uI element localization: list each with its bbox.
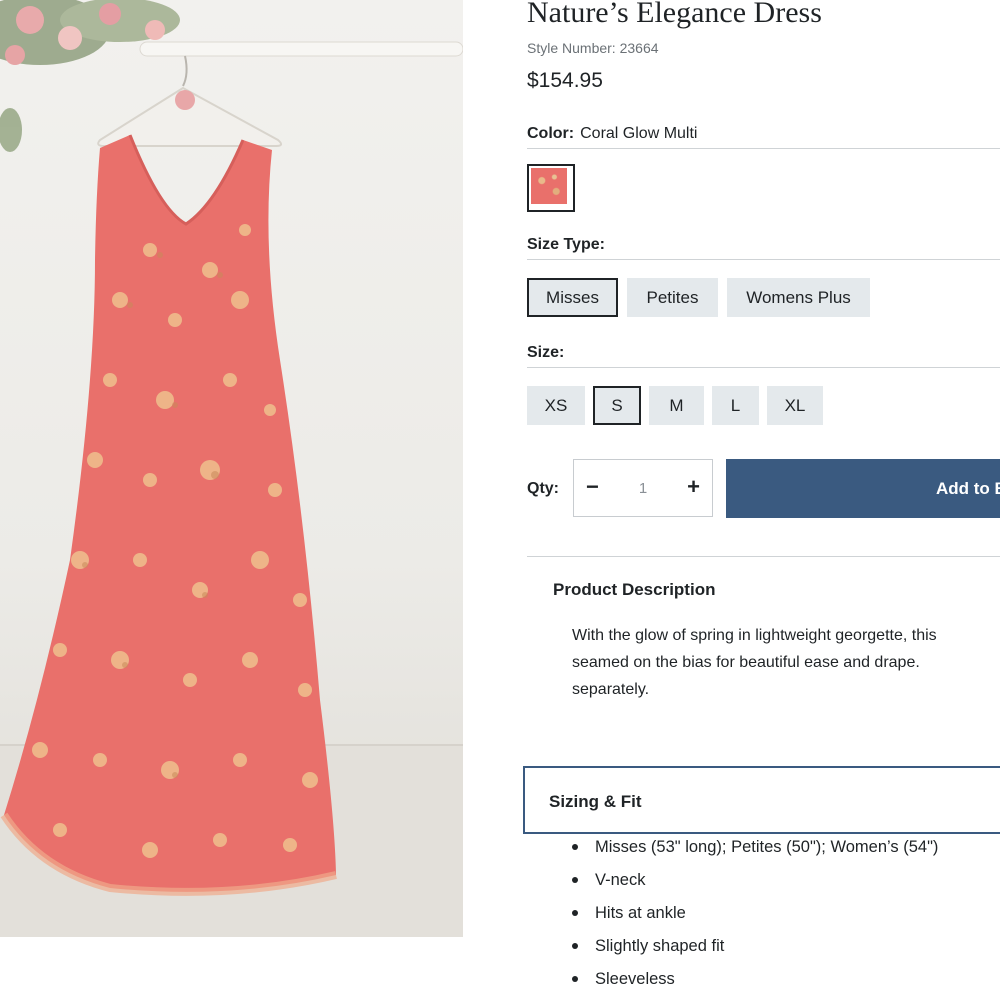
list-item: Misses (53" long); Petites (50"); Women’…	[572, 836, 938, 869]
size-xl[interactable]: XL	[767, 386, 823, 425]
sizing-fit-heading: Sizing & Fit	[549, 792, 642, 811]
size-type-label: Size Type:	[527, 236, 605, 253]
size-label: Size:	[527, 344, 565, 361]
sizing-fit-accordion[interactable]: Sizing & Fit	[523, 766, 1000, 834]
divider	[527, 556, 1000, 557]
increase-quantity-button[interactable]: +	[687, 474, 700, 500]
color-value: Coral Glow Multi	[580, 125, 698, 142]
swatch-pattern	[531, 168, 567, 204]
description-line: separately.	[572, 681, 650, 698]
size-s[interactable]: S	[593, 386, 641, 425]
size-type-misses[interactable]: Misses	[527, 278, 618, 317]
size-xs[interactable]: XS	[527, 386, 585, 425]
size-type-petites[interactable]: Petites	[627, 278, 718, 317]
add-to-bag-button[interactable]: Add to Bag	[726, 459, 1000, 518]
color-label-text: Color:	[527, 125, 575, 142]
qty-label: Qty:	[527, 480, 559, 497]
product-image[interactable]	[0, 0, 463, 937]
sizing-fit-list: Misses (53" long); Petites (50"); Women’…	[572, 836, 938, 1001]
quantity-stepper: − 1 +	[573, 459, 713, 517]
list-item: V-neck	[572, 869, 938, 902]
product-description-heading: Product Description	[553, 580, 716, 599]
divider	[527, 259, 1000, 260]
color-swatch-coral-glow-multi[interactable]	[527, 164, 575, 212]
description-line: seamed on the bias for beautiful ease an…	[572, 654, 920, 671]
divider	[527, 148, 1000, 149]
size-type-womens-plus[interactable]: Womens Plus	[727, 278, 870, 317]
list-item: Slightly shaped fit	[572, 935, 938, 968]
list-item: Hits at ankle	[572, 902, 938, 935]
size-l[interactable]: L	[712, 386, 759, 425]
product-details: Nature’s Elegance Dress Style Number: 23…	[523, 0, 1000, 1001]
description-line: With the glow of spring in lightweight g…	[572, 627, 937, 644]
product-description-text: With the glow of spring in lightweight g…	[572, 622, 1000, 703]
dress-illustration	[0, 0, 463, 937]
divider	[527, 367, 1000, 368]
product-title: Nature’s Elegance Dress	[527, 0, 822, 29]
color-label: Color: Coral Glow Multi	[527, 125, 697, 143]
size-m[interactable]: M	[649, 386, 704, 425]
style-number: Style Number: 23664	[527, 40, 659, 56]
list-item: Sleeveless	[572, 968, 938, 1001]
product-price: $154.95	[527, 69, 603, 92]
